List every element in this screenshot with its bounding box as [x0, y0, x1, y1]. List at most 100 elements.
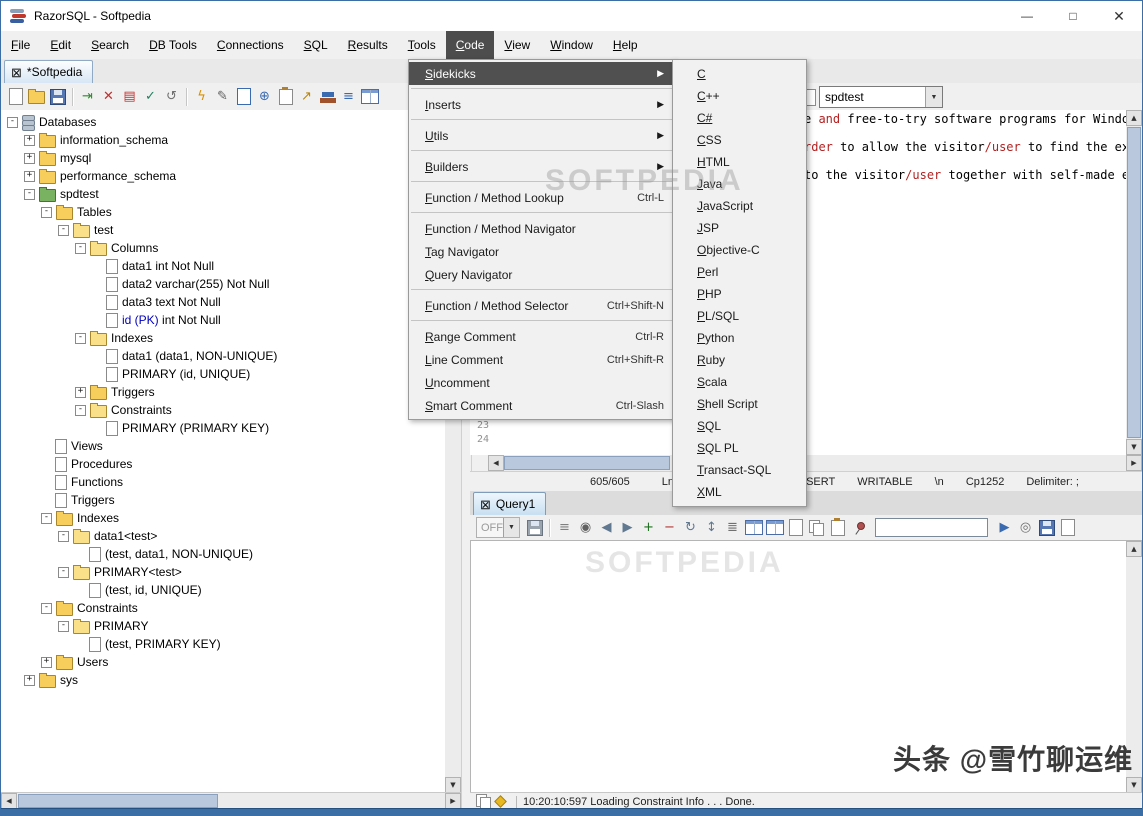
tree-toggle-icon[interactable]: - — [75, 332, 86, 344]
tree-toggle-icon[interactable]: + — [24, 134, 35, 146]
scroll-right-icon[interactable]: ▶ — [1126, 455, 1142, 471]
web-browser-icon[interactable]: ⊕ — [254, 86, 275, 108]
copy-icon[interactable] — [806, 517, 827, 539]
tree-node-primary-test[interactable]: - PRIMARY<test> — [1, 563, 445, 581]
sidekick-item-objective-c[interactable]: Objective-C — [673, 239, 806, 261]
tree-node-primary-primary-key[interactable]: PRIMARY (PRIMARY KEY) — [1, 419, 445, 437]
find-prev-icon[interactable]: ◀ — [596, 517, 617, 539]
tree-node-functions[interactable]: Functions — [1, 473, 445, 491]
tree-toggle-icon[interactable]: - — [58, 620, 69, 632]
tree-node-views[interactable]: Views — [1, 437, 445, 455]
save-icon[interactable] — [47, 86, 68, 108]
tree-toggle-icon[interactable]: + — [41, 656, 52, 668]
compare-icon[interactable]: ≡ — [338, 86, 359, 108]
tree-node-test-primary-key[interactable]: (test, PRIMARY KEY) — [1, 635, 445, 653]
tree-node-data3-text-not-null[interactable]: data3 text Not Null — [1, 293, 445, 311]
connection-combo[interactable]: spdtest ▼ — [819, 86, 943, 108]
table-view-icon[interactable] — [743, 517, 764, 539]
pin-icon[interactable] — [848, 517, 869, 539]
tree-toggle-icon[interactable]: - — [41, 602, 52, 614]
run-query-icon[interactable]: ▶ — [994, 517, 1015, 539]
menubar-item-db-tools[interactable]: DB Tools — [139, 31, 207, 59]
tree-node-tables[interactable]: - Tables — [1, 203, 445, 221]
menubar-item-window[interactable]: Window — [540, 31, 603, 59]
tree-node-indexes[interactable]: - Indexes — [1, 509, 445, 527]
code-menu-item-query-navigator[interactable]: Query Navigator — [409, 263, 674, 286]
tree-node-constraints[interactable]: - Constraints — [1, 401, 445, 419]
query-search-input[interactable] — [875, 518, 988, 537]
export-icon[interactable]: ↗ — [296, 86, 317, 108]
tree-node-procedures[interactable]: Procedures — [1, 455, 445, 473]
save-results-icon[interactable] — [524, 517, 545, 539]
sidekick-item-javascript[interactable]: JavaScript — [673, 195, 806, 217]
scroll-right-icon[interactable]: ▶ — [445, 793, 461, 809]
sidekick-item-shell-script[interactable]: Shell Script — [673, 393, 806, 415]
print-icon[interactable]: ▤ — [119, 86, 140, 108]
find-icon[interactable]: ◉ — [575, 517, 596, 539]
tree-node-information-schema[interactable]: + information_schema — [1, 131, 445, 149]
tree-node-triggers[interactable]: + Triggers — [1, 383, 445, 401]
tree-node-sys[interactable]: + sys — [1, 671, 445, 689]
code-menu-item-line-comment[interactable]: Line Comment Ctrl+Shift-R — [409, 348, 674, 371]
tree-toggle-icon[interactable]: - — [58, 566, 69, 578]
scroll-down-icon[interactable]: ▼ — [1126, 439, 1142, 455]
menubar-item-tools[interactable]: Tools — [398, 31, 446, 59]
add-row-icon[interactable]: + — [638, 517, 659, 539]
scrollbar-thumb[interactable] — [1127, 127, 1141, 438]
menubar-item-code[interactable]: Code — [445, 31, 495, 59]
scroll-left-icon[interactable]: ◀ — [488, 455, 504, 471]
preview-file-icon[interactable] — [233, 86, 254, 108]
code-menu-item-uncomment[interactable]: Uncomment — [409, 371, 674, 394]
sidekick-item-pl-sql[interactable]: PL/SQL — [673, 305, 806, 327]
sidekick-item-python[interactable]: Python — [673, 327, 806, 349]
menu-icon[interactable]: ≣ — [722, 517, 743, 539]
execute-sql-icon[interactable]: ϟ — [191, 86, 212, 108]
open-file-icon[interactable] — [26, 86, 47, 108]
tree-toggle-icon[interactable]: - — [7, 116, 18, 128]
tree-node-constraints[interactable]: - Constraints — [1, 599, 445, 617]
table-editor-icon[interactable] — [359, 86, 380, 108]
tree-node-primary-id-unique[interactable]: PRIMARY (id, UNIQUE) — [1, 365, 445, 383]
scroll-up-icon[interactable]: ▲ — [1126, 110, 1142, 126]
target-icon[interactable]: ◎ — [1015, 517, 1036, 539]
rollback-icon[interactable]: ↺ — [161, 86, 182, 108]
tree-node-mysql[interactable]: + mysql — [1, 149, 445, 167]
tree-toggle-icon[interactable]: - — [41, 512, 52, 524]
code-menu-item-function-method-navigator[interactable]: Function / Method Navigator — [409, 217, 674, 240]
new-file-icon[interactable] — [5, 86, 26, 108]
tree-node-test[interactable]: - test — [1, 221, 445, 239]
sidekick-item-sql-pl[interactable]: SQL PL — [673, 437, 806, 459]
tree-toggle-icon[interactable]: + — [75, 386, 86, 398]
tree-toggle-icon[interactable]: + — [24, 674, 35, 686]
scroll-up-icon[interactable]: ▲ — [1126, 541, 1142, 557]
tree-toggle-icon[interactable]: - — [24, 188, 35, 200]
scrollbar-thumb[interactable] — [504, 456, 670, 470]
tree-node-primary[interactable]: - PRIMARY — [1, 617, 445, 635]
sidekick-item-css[interactable]: CSS — [673, 129, 806, 151]
bookmarks-icon[interactable] — [317, 86, 338, 108]
minimize-button[interactable]: — — [1004, 1, 1050, 31]
log-icon[interactable] — [1057, 517, 1078, 539]
sidekick-item-c[interactable]: C — [673, 63, 806, 85]
tree-node-test-id-unique[interactable]: (test, id, UNIQUE) — [1, 581, 445, 599]
query-tab[interactable]: ⊠ Query1 — [473, 492, 547, 515]
filter-icon[interactable]: ≡ — [554, 517, 575, 539]
limit-combo[interactable]: OFF ▼ — [476, 517, 520, 538]
menubar-item-edit[interactable]: Edit — [40, 31, 81, 59]
clipboard-icon[interactable] — [275, 86, 296, 108]
tree-node-triggers[interactable]: Triggers — [1, 491, 445, 509]
sort-icon[interactable]: ↕ — [701, 517, 722, 539]
sidekick-item-c[interactable]: C# — [673, 107, 806, 129]
tree-toggle-icon[interactable]: - — [75, 242, 86, 254]
sidekick-item-c[interactable]: C++ — [673, 85, 806, 107]
sidekick-item-perl[interactable]: Perl — [673, 261, 806, 283]
tree-node-performance-schema[interactable]: + performance_schema — [1, 167, 445, 185]
tree-toggle-icon[interactable]: + — [24, 170, 35, 182]
code-menu-item-smart-comment[interactable]: Smart Comment Ctrl-Slash — [409, 394, 674, 417]
tree-toggle-icon[interactable]: + — [24, 152, 35, 164]
combo-dropdown-icon[interactable]: ▼ — [503, 518, 519, 537]
tree-node-spdtest[interactable]: - spdtest — [1, 185, 445, 203]
commit-icon[interactable]: ✓ — [140, 86, 161, 108]
close-tab-icon[interactable]: ⊠ — [480, 498, 491, 511]
tree-node-users[interactable]: + Users — [1, 653, 445, 671]
